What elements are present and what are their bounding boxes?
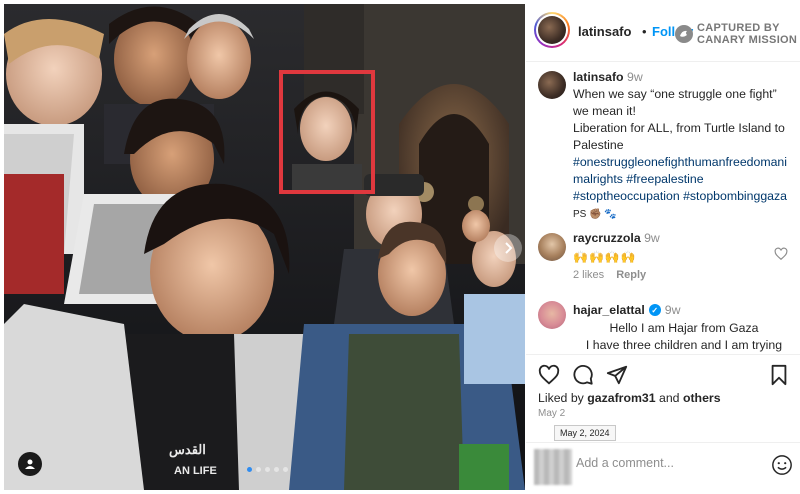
hashtag-line[interactable]: #stoptheoccupation #stopbombinggaza — [573, 189, 787, 203]
svg-text:ﺍﻟﻘﺪﺱ: ﺍﻟﻘﺪﺱ — [169, 442, 206, 458]
comment-meta: 2 likes Reply — [573, 269, 646, 281]
hashtag-line[interactable]: malrights #freepalestine — [573, 172, 704, 186]
post-sidebar: latinsafo • Follow CAPTURED BY CANARY MI… — [526, 4, 800, 490]
post-photo[interactable]: ﺍﻟﻘﺪﺱ AN LIFE — [4, 4, 525, 490]
group-selfie-image: ﺍﻟﻘﺪﺱ AN LIFE — [4, 4, 525, 490]
carousel-dot — [274, 467, 279, 472]
svg-text:AN LIFE: AN LIFE — [174, 465, 217, 477]
watermark: CAPTURED BY CANARY MISSION — [675, 20, 800, 48]
post-header: latinsafo • Follow CAPTURED BY CANARY MI… — [526, 4, 800, 62]
highlight-box — [279, 70, 375, 194]
comment-text-line: Hello I am Hajar from Gaza — [609, 321, 759, 335]
caption-time: 9w — [627, 70, 643, 84]
comment-likes[interactable]: 2 likes — [573, 269, 604, 281]
comment-username[interactable]: raycruzzola — [573, 231, 641, 245]
carousel-dot — [256, 467, 261, 472]
comment-header: raycruzzola 9w — [573, 231, 660, 245]
bookmark-icon[interactable] — [768, 364, 790, 386]
liked-by: Liked by gazafrom31 and others — [538, 391, 721, 405]
avatar[interactable] — [538, 233, 566, 261]
caption-text-line: Liberation for ALL, from Turtle Island t… — [573, 121, 785, 135]
verified-icon: ✓ — [648, 304, 661, 316]
comment-header: hajar_elattal ✓ 9w — [573, 303, 681, 317]
header-username[interactable]: latinsafo — [578, 24, 631, 39]
share-icon[interactable] — [606, 364, 628, 386]
header-separator: • — [642, 24, 647, 39]
post-date[interactable]: May 2 — [538, 408, 565, 419]
add-comment-input[interactable]: Add a comment... — [576, 456, 674, 470]
caption: latinsafo 9w When we say “one struggle o… — [573, 69, 795, 223]
watermark-line2: CANARY MISSION — [697, 34, 798, 46]
comment-text-line: I have three children and I am trying — [585, 338, 783, 352]
comment-text: 🙌🙌🙌🙌 — [573, 250, 637, 264]
caption-text-line: we mean it! — [573, 104, 636, 118]
emoji-icon[interactable] — [771, 454, 793, 476]
reply-button[interactable]: Reply — [616, 269, 646, 281]
avatar[interactable] — [538, 301, 566, 329]
add-comment-bar: Add a comment... — [526, 442, 800, 490]
comment-time: 9w — [644, 231, 660, 245]
hashtag-line[interactable]: #onestruggleonefighthumanfreedomani — [573, 155, 787, 169]
canary-logo-icon — [675, 25, 693, 43]
avatar[interactable] — [538, 71, 566, 99]
caption-text-line: When we say “one struggle one fight” — [573, 87, 777, 101]
user-tag-icon[interactable] — [18, 452, 42, 476]
avatar[interactable] — [534, 12, 570, 48]
comment-username[interactable]: hajar_elattal — [573, 303, 645, 317]
liked-prefix: Liked by — [538, 391, 584, 405]
carousel-indicator — [247, 467, 288, 472]
carousel-dot — [283, 467, 288, 472]
next-arrow-icon[interactable] — [494, 234, 522, 262]
comment-icon[interactable] — [572, 364, 594, 386]
heart-icon[interactable] — [774, 247, 788, 261]
liked-and: and — [659, 391, 680, 405]
liked-others[interactable]: others — [683, 391, 721, 405]
comment-time: 9w — [664, 303, 681, 317]
date-tooltip: May 2, 2024 — [554, 425, 616, 441]
comments-area: latinsafo 9w When we say “one struggle o… — [526, 63, 800, 353]
avatar — [534, 449, 572, 485]
heart-icon[interactable] — [538, 364, 560, 386]
liked-user[interactable]: gazafrom31 — [587, 391, 655, 405]
caption-ps: PS ✊🏽 🐾 — [573, 209, 617, 220]
carousel-dot — [265, 467, 270, 472]
action-bar — [526, 354, 800, 392]
comment-text: Hello I am Hajar from Gaza I have three … — [573, 320, 795, 353]
caption-username[interactable]: latinsafo — [573, 70, 624, 84]
watermark-line1: CAPTURED BY — [697, 22, 780, 34]
carousel-dot — [247, 467, 252, 472]
caption-text-line: Palestine — [573, 138, 624, 152]
